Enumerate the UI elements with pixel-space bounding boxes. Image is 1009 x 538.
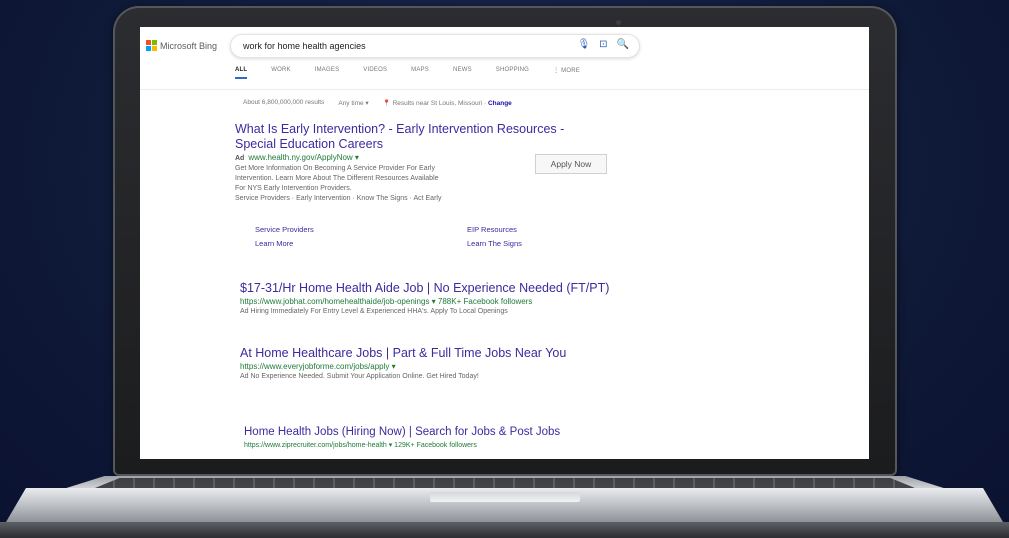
search-input[interactable] — [243, 39, 543, 53]
search-tabs: ALL WORK IMAGES VIDEOS MAPS NEWS SHOPPIN… — [235, 67, 604, 79]
location-filter: 📍 Results near St Louis, Missouri · Chan… — [383, 99, 512, 107]
location-text: Results near St Louis, Missouri · — [392, 100, 487, 107]
change-location-link[interactable]: Change — [488, 100, 512, 107]
sitelink-eip-resources[interactable]: EIP Resources — [467, 225, 587, 234]
sitelink-learn-more[interactable]: Learn More — [255, 239, 467, 248]
result-url[interactable]: https://www.jobhat.com/homehealthaide/jo… — [240, 296, 660, 307]
result-title-line[interactable]: What Is Early Intervention? - Early Inte… — [235, 122, 635, 137]
result-description: Ad No Experience Needed. Submit Your App… — [240, 373, 479, 380]
result-title-line[interactable]: Special Education Careers — [235, 137, 635, 152]
search-result: Home Health Jobs (Hiring Now) | Search f… — [244, 425, 664, 451]
laptop-trackpad — [430, 492, 580, 502]
laptop-keyboard — [95, 478, 915, 488]
tab-work[interactable]: WORK — [271, 67, 290, 79]
tab-videos[interactable]: VIDEOS — [363, 67, 387, 79]
tab-shopping[interactable]: SHOPPING — [496, 67, 529, 79]
logo-text: Microsoft Bing — [160, 40, 218, 51]
ad-label: Ad — [235, 155, 245, 162]
result-url[interactable]: https://www.everyjobforme.com/jobs/apply… — [240, 361, 660, 372]
result-desc-line: For NYS Early Intervention Providers. — [235, 185, 352, 192]
result-title[interactable]: What Is Early Intervention? - Early Inte… — [235, 122, 635, 152]
results-count: About 6,800,000,000 results — [243, 99, 325, 106]
tab-images[interactable]: IMAGES — [315, 67, 340, 79]
desk-surface — [0, 522, 1009, 538]
search-box[interactable]: 🎙 ⊡ 🔍 — [230, 34, 640, 58]
microphone-icon[interactable]: 🎙 — [577, 39, 590, 50]
sitelinks: Service Providers EIP Resources Learn Mo… — [255, 225, 587, 248]
browser-screen: Microsoft Bing 🎙 ⊡ 🔍 ALL WORK IMAGES VID… — [140, 27, 869, 459]
result-url[interactable]: https://www.ziprecruiter.com/jobs/home-h… — [244, 440, 664, 451]
search-icon[interactable]: 🔍 — [617, 39, 629, 50]
search-result: At Home Healthcare Jobs | Part & Full Ti… — [240, 346, 660, 382]
camera-icon — [616, 20, 621, 25]
sitelink-service-providers[interactable]: Service Providers — [255, 225, 467, 234]
result-desc-line: Intervention. Learn More About The Diffe… — [235, 175, 439, 182]
result-description: Ad Hiring Immediately For Entry Level & … — [240, 308, 508, 315]
result-title[interactable]: Home Health Jobs (Hiring Now) | Search f… — [244, 425, 664, 440]
results-meta: About 6,800,000,000 results Any time ▾ 📍… — [243, 99, 512, 107]
visual-search-icon[interactable]: ⊡ — [599, 39, 607, 50]
result-title[interactable]: At Home Healthcare Jobs | Part & Full Ti… — [240, 346, 660, 361]
result-title[interactable]: $17-31/Hr Home Health Aide Job | No Expe… — [240, 281, 660, 296]
result-url-text[interactable]: www.health.ny.gov/ApplyNow ▾ — [248, 153, 359, 162]
divider — [140, 89, 869, 90]
tab-maps[interactable]: MAPS — [411, 67, 429, 79]
tab-news[interactable]: NEWS — [453, 67, 472, 79]
search-result: $17-31/Hr Home Health Aide Job | No Expe… — [240, 281, 660, 317]
tab-all[interactable]: ALL — [235, 67, 248, 79]
tab-more[interactable]: ⋮ MORE — [553, 67, 580, 79]
location-pin-icon: 📍 — [382, 100, 391, 107]
sitelink-learn-the-signs[interactable]: Learn The Signs — [467, 239, 587, 248]
result-desc-line: Service Providers · Early Intervention ·… — [235, 195, 442, 202]
time-filter[interactable]: Any time ▾ — [338, 99, 368, 107]
bing-logo[interactable]: Microsoft Bing — [146, 40, 217, 51]
microsoft-logo-icon — [146, 40, 157, 51]
apply-now-button[interactable]: Apply Now — [535, 154, 607, 174]
